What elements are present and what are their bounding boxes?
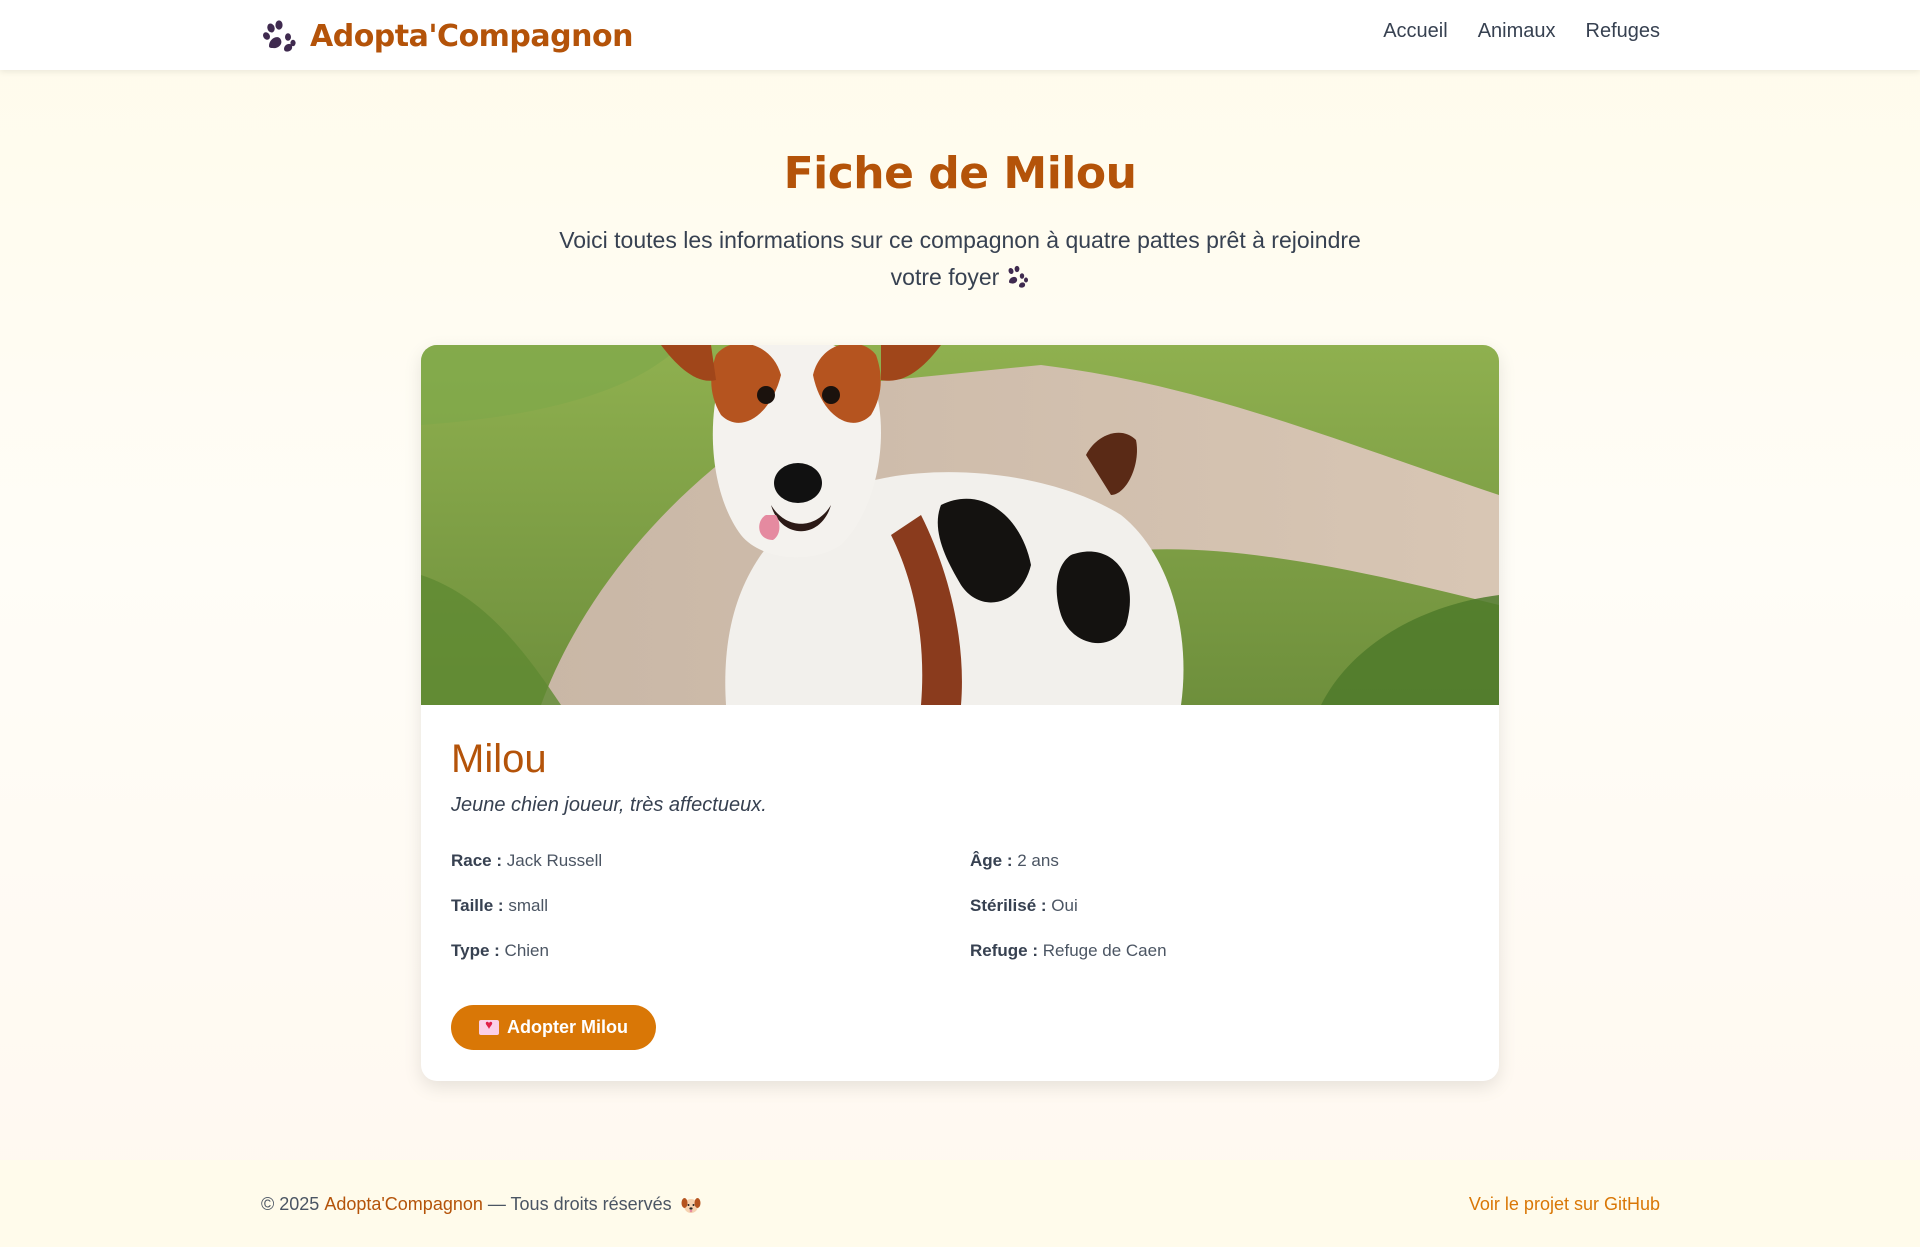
- info-age: Âge : 2 ans: [970, 851, 1059, 871]
- footer-copyright: © 2025 Adopta'Compagnon — Tous droits ré…: [261, 1194, 701, 1215]
- brand-name: Adopta'Compagnon: [310, 18, 633, 54]
- info-value: Jack Russell: [506, 851, 603, 870]
- pet-name: Milou: [451, 737, 547, 781]
- info-value: Chien: [504, 941, 549, 960]
- info-label: Taille :: [451, 896, 504, 915]
- page-title: Fiche de Milou: [783, 148, 1137, 199]
- info-value: Refuge de Caen: [1042, 941, 1167, 960]
- info-label: Type :: [451, 941, 500, 960]
- info-sterilise: Stérilisé : Oui: [970, 896, 1078, 916]
- footer-brand: Adopta'Compagnon: [324, 1194, 483, 1214]
- brand-logo-link[interactable]: Adopta'Compagnon: [262, 17, 633, 55]
- info-race: Race : Jack Russell: [451, 851, 602, 871]
- info-value: small: [508, 896, 548, 915]
- site-header: Adopta'Compagnon Accueil Animaux Refuges: [0, 0, 1920, 70]
- info-value: Oui: [1051, 896, 1078, 915]
- footer-rights: — Tous droits réservés: [487, 1194, 672, 1214]
- page-subtitle-text: Voici toutes les informations sur ce com…: [559, 227, 1361, 290]
- dog-face-icon: [681, 1197, 701, 1213]
- info-label: Refuge :: [970, 941, 1038, 960]
- info-taille: Taille : small: [451, 896, 548, 916]
- pet-photo: [421, 345, 1499, 705]
- nav-link-accueil[interactable]: Accueil: [1383, 20, 1447, 43]
- site-footer: © 2025 Adopta'Compagnon — Tous droits ré…: [0, 1160, 1920, 1247]
- copyright-year: © 2025: [261, 1194, 320, 1214]
- adopt-button-label: Adopter Milou: [507, 1017, 628, 1037]
- adopt-button[interactable]: Adopter Milou: [451, 1005, 656, 1050]
- love-letter-icon: [479, 1017, 499, 1035]
- info-label: Âge :: [970, 851, 1013, 870]
- github-link[interactable]: Voir le projet sur GitHub: [1469, 1194, 1660, 1215]
- info-label: Stérilisé :: [970, 896, 1047, 915]
- nav-link-refuges[interactable]: Refuges: [1586, 20, 1661, 43]
- info-refuge: Refuge : Refuge de Caen: [970, 941, 1167, 961]
- nav-link-animaux[interactable]: Animaux: [1478, 20, 1556, 43]
- info-value: 2 ans: [1017, 851, 1059, 870]
- info-type: Type : Chien: [451, 941, 549, 961]
- page-subtitle: Voici toutes les informations sur ce com…: [550, 222, 1370, 296]
- pet-card: Milou Jeune chien joueur, très affectueu…: [421, 345, 1499, 1081]
- info-label: Race :: [451, 851, 503, 870]
- paw-icon: [263, 20, 296, 52]
- main-nav: Accueil Animaux Refuges: [1383, 20, 1660, 43]
- pet-description: Jeune chien joueur, très affectueux.: [451, 794, 767, 816]
- paw-icon: [1008, 265, 1029, 288]
